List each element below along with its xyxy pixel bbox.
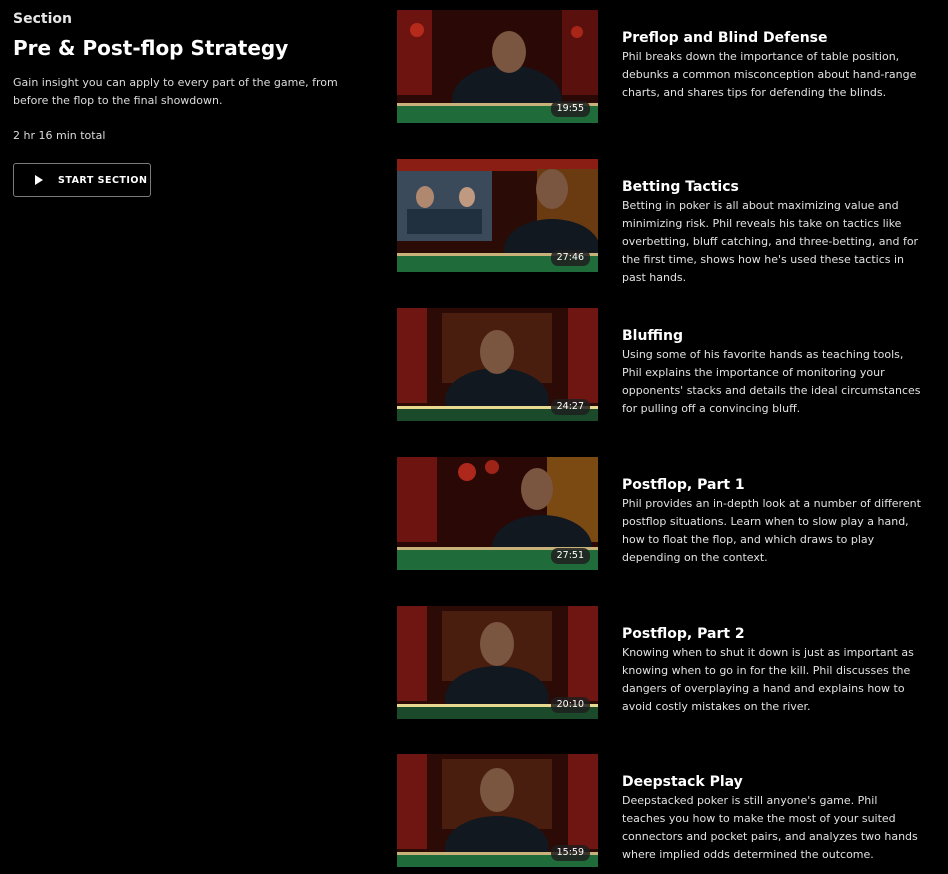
play-icon bbox=[35, 175, 43, 185]
lesson-description: Betting in poker is all about maximizing… bbox=[622, 199, 919, 284]
lesson-item[interactable]: 19:55 Preflop and Blind Defense Phil bre… bbox=[397, 10, 927, 124]
lesson-thumbnail[interactable]: 19:55 bbox=[397, 10, 598, 123]
lesson-text: Postflop, Part 1 Phil provides an in-dep… bbox=[622, 476, 922, 567]
lesson-thumbnail[interactable]: 20:10 bbox=[397, 606, 598, 719]
lesson-thumbnail[interactable]: 27:46 bbox=[397, 159, 598, 272]
lesson-title[interactable]: Betting Tactics bbox=[622, 178, 922, 196]
lesson-thumbnail[interactable]: 15:59 bbox=[397, 754, 598, 867]
start-section-button[interactable]: START SECTION bbox=[13, 163, 151, 197]
lesson-description: Deepstacked poker is still anyone's game… bbox=[622, 794, 918, 861]
lesson-title[interactable]: Deepstack Play bbox=[622, 773, 922, 791]
lesson-item[interactable]: 15:59 Deepstack Play Deepstacked poker i… bbox=[397, 754, 927, 868]
lesson-thumbnail[interactable]: 24:27 bbox=[397, 308, 598, 421]
lesson-text: Preflop and Blind Defense Phil breaks do… bbox=[622, 29, 922, 102]
lesson-item[interactable]: 27:51 Postflop, Part 1 Phil provides an … bbox=[397, 457, 927, 571]
lesson-duration: 27:46 bbox=[550, 250, 590, 266]
lesson-description: Phil breaks down the importance of table… bbox=[622, 50, 917, 99]
lesson-title[interactable]: Postflop, Part 1 bbox=[622, 476, 922, 494]
lesson-item[interactable]: 27:46 Betting Tactics Betting in poker i… bbox=[397, 159, 927, 284]
lesson-duration: 24:27 bbox=[550, 399, 590, 415]
section-panel: Section Pre & Post-flop Strategy Gain in… bbox=[13, 10, 343, 197]
section-eyebrow: Section bbox=[13, 11, 72, 27]
lesson-item[interactable]: 24:27 Bluffing Using some of his favorit… bbox=[397, 308, 927, 422]
lesson-text: Deepstack Play Deepstacked poker is stil… bbox=[622, 773, 922, 864]
lesson-description: Phil provides an in-depth look at a numb… bbox=[622, 497, 921, 564]
lesson-title[interactable]: Preflop and Blind Defense bbox=[622, 29, 922, 47]
lesson-description: Using some of his favorite hands as teac… bbox=[622, 348, 921, 415]
lesson-item[interactable]: 20:10 Postflop, Part 2 Knowing when to s… bbox=[397, 606, 927, 720]
section-description: Gain insight you can apply to every part… bbox=[13, 76, 338, 107]
lesson-description: Knowing when to shut it down is just as … bbox=[622, 646, 914, 713]
lesson-text: Postflop, Part 2 Knowing when to shut it… bbox=[622, 625, 922, 716]
lesson-thumbnail[interactable]: 27:51 bbox=[397, 457, 598, 570]
lesson-text: Betting Tactics Betting in poker is all … bbox=[622, 178, 922, 287]
section-title: Pre & Post-flop Strategy bbox=[13, 36, 289, 60]
lesson-duration: 15:59 bbox=[550, 845, 590, 861]
lesson-title[interactable]: Postflop, Part 2 bbox=[622, 625, 922, 643]
lesson-duration: 19:55 bbox=[550, 101, 590, 117]
start-section-label: START SECTION bbox=[58, 174, 148, 186]
lesson-duration: 20:10 bbox=[550, 697, 590, 713]
lesson-title[interactable]: Bluffing bbox=[622, 327, 922, 345]
section-total-duration: 2 hr 16 min total bbox=[13, 129, 106, 142]
lesson-duration: 27:51 bbox=[550, 548, 590, 564]
lesson-text: Bluffing Using some of his favorite hand… bbox=[622, 327, 922, 418]
